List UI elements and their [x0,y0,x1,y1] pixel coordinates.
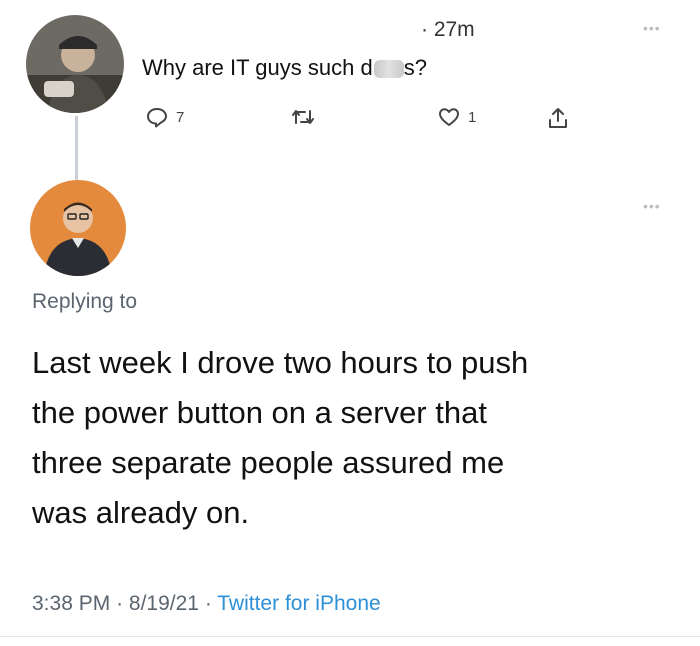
like-button[interactable]: 1 [438,106,476,128]
tweet-meta: 3:38 PM · 8/19/21 · Twitter for iPhone [32,592,381,616]
reply-tweet-text: Last week I drove two hours to push the … [32,338,672,538]
tweet-line: three separate people assured me [32,445,505,480]
tweet-date[interactable]: 8/19/21 [129,592,199,615]
tweet-source-link[interactable]: Twitter for iPhone [217,592,380,615]
more-icon[interactable]: ••• [643,198,661,214]
reply-button[interactable]: 7 [146,106,184,128]
parent-avatar[interactable] [26,15,124,113]
retweet-icon [290,106,316,128]
tweet-line: the power button on a server that [32,395,487,430]
share-button[interactable] [547,106,569,130]
parent-action-bar: 7 1 [0,106,700,136]
bottom-divider [0,636,700,637]
tweet-line: Last week I drove two hours to push [32,345,529,380]
reply-avatar[interactable] [30,180,126,276]
like-icon [438,106,460,128]
tweet-line: was already on. [32,495,250,530]
more-icon[interactable]: ••• [643,20,661,36]
replying-to-label: Replying to [32,290,138,313]
parent-text-after: s? [403,55,427,80]
like-count: 1 [468,108,477,126]
censor-blur [373,60,404,79]
parent-text-before: Why are IT guys such d [142,55,373,80]
share-icon [547,106,569,130]
parent-tweet-text: Why are IT guys such d s? [142,55,427,81]
meta-separator: · [116,592,129,615]
meta-separator: · [204,592,218,615]
reply-icon [146,106,168,128]
tweet-time[interactable]: 3:38 PM [32,592,110,615]
retweet-button[interactable] [290,106,316,128]
reply-count: 7 [176,108,185,126]
parent-timestamp[interactable]: · 27m [421,18,475,42]
